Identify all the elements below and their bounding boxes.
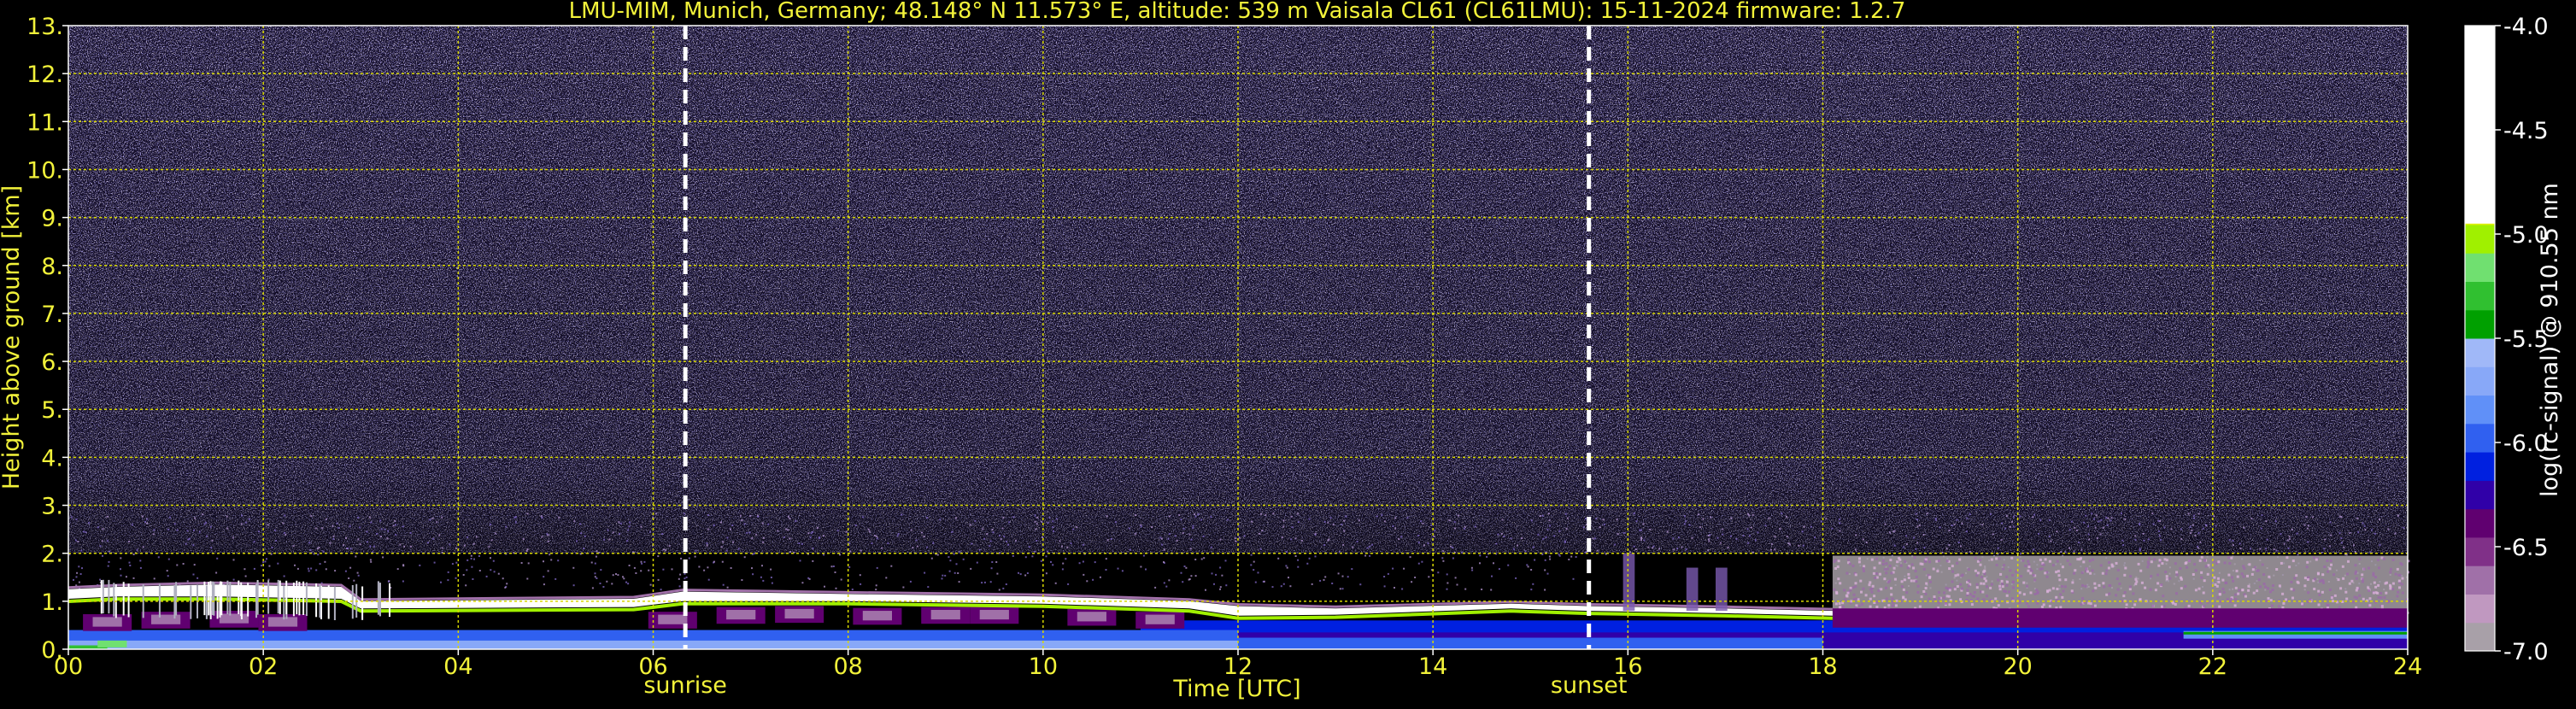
y-tick-label: 7. [41, 302, 63, 328]
x-tick-label: 14 [1418, 653, 1447, 680]
colorbar-swatch [2465, 224, 2495, 254]
x-tick-label: 16 [1613, 653, 1642, 680]
y-tick-label: 1. [41, 589, 63, 616]
colorbar-swatch [2465, 26, 2495, 224]
y-tick-label: 8. [41, 254, 63, 280]
colorbar-swatch [2465, 253, 2495, 282]
colorbar-label: log(rc-signal) @ 910.55 nm [2537, 183, 2563, 497]
y-tick-label: 12. [26, 62, 63, 88]
colorbar-swatch [2465, 480, 2495, 510]
y-tick-label: 9. [41, 206, 63, 232]
y-axis-label: Height above ground [km] [0, 185, 25, 489]
chart-title: LMU-MIM, Munich, Germany; 48.148° N 11.5… [569, 0, 1906, 24]
y-tick-label: 6. [41, 349, 63, 376]
colorbar-swatch [2465, 281, 2495, 311]
x-axis-label: Time [UTC] [1172, 676, 1300, 702]
chart-svg: sunrise sunset 00 02 04 06 08 10 12 14 16 18 20 22 24… [0, 0, 2576, 706]
x-tick-label: 04 [443, 653, 472, 680]
colorbar-swatch [2465, 594, 2495, 624]
colorbar-swatch [2465, 309, 2495, 339]
y-tick-label: 2. [41, 542, 63, 568]
x-tick-label: 06 [638, 653, 667, 680]
plot-area [67, 26, 2410, 649]
x-tick-label: 24 [2393, 653, 2422, 680]
colorbar-tick-label: -6.5 [2503, 535, 2549, 561]
colorbar-swatch [2465, 622, 2495, 652]
colorbar-swatch [2465, 423, 2495, 453]
colorbar-swatch [2465, 395, 2495, 425]
x-tick-label: 18 [1808, 653, 1837, 680]
y-tick-label: 11. [26, 109, 63, 136]
colorbar-tick-label: -4.0 [2503, 14, 2549, 40]
colorbar-swatch [2465, 338, 2495, 367]
colorbar-swatch [2465, 536, 2495, 566]
colorbar-swatch [2465, 565, 2495, 595]
colorbar-tick-label: -4.5 [2503, 118, 2549, 144]
ceilometer-figure: sunrise sunset 00 02 04 06 08 10 12 14 16 18 20 22 24… [0, 0, 2576, 706]
x-tick-label: 22 [2198, 653, 2227, 680]
colorbar-swatch [2465, 366, 2495, 396]
colorbar-tick-label: -7.0 [2503, 639, 2549, 665]
x-tick-label: 02 [249, 653, 278, 680]
y-tick-label: 0. [41, 637, 63, 664]
y-tick-label: 3. [41, 494, 63, 520]
x-tick-label: 10 [1029, 653, 1058, 680]
y-tick-label: 13. [26, 14, 63, 40]
y-tick-label: 10. [26, 157, 63, 184]
x-tick-label: 08 [833, 653, 862, 680]
y-tick-label: 5. [41, 397, 63, 424]
y-tick-label: 4. [41, 445, 63, 472]
x-tick-label: 20 [2003, 653, 2032, 680]
colorbar-swatch [2465, 452, 2495, 481]
colorbar-swatch [2465, 508, 2495, 538]
